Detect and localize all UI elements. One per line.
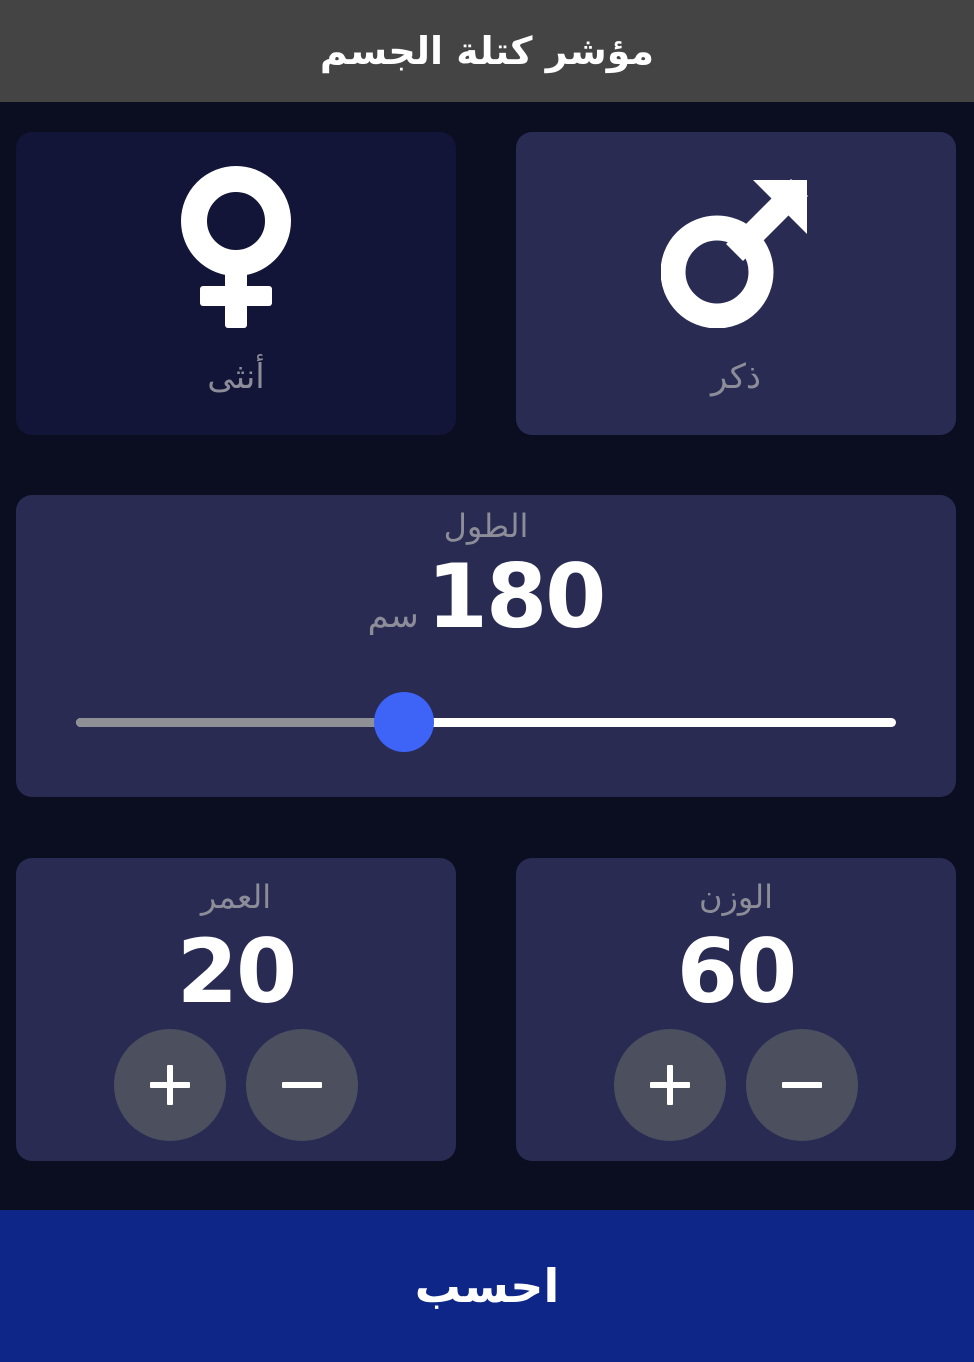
weight-label: الوزن bbox=[698, 878, 774, 916]
age-increment-button[interactable] bbox=[114, 1029, 226, 1141]
height-unit: سم bbox=[367, 596, 419, 636]
weight-decrement-button[interactable] bbox=[746, 1029, 858, 1141]
calculate-label: احسب bbox=[414, 1259, 560, 1313]
age-decrement-button[interactable] bbox=[246, 1029, 358, 1141]
male-symbol-icon bbox=[660, 164, 811, 332]
male-label: ذكر bbox=[710, 357, 762, 397]
female-symbol-icon bbox=[176, 164, 296, 338]
age-value: 20 bbox=[176, 920, 297, 1023]
slider-active-track bbox=[76, 718, 404, 727]
height-slider[interactable] bbox=[76, 692, 896, 752]
weight-increment-button[interactable] bbox=[614, 1029, 726, 1141]
slider-thumb[interactable] bbox=[374, 692, 434, 752]
male-card[interactable]: ذكر bbox=[516, 132, 956, 435]
weight-value: 60 bbox=[676, 920, 797, 1023]
height-card: الطول 180 سم bbox=[16, 495, 956, 797]
female-label: أنثى bbox=[207, 357, 265, 397]
age-card: العمر 20 bbox=[16, 858, 456, 1161]
app-bar: مؤشر كتلة الجسم bbox=[0, 0, 974, 102]
age-label: العمر bbox=[200, 878, 272, 916]
female-card[interactable]: أنثى bbox=[16, 132, 456, 435]
height-value: 180 bbox=[426, 545, 607, 648]
weight-card: الوزن 60 bbox=[516, 858, 956, 1161]
calculate-button[interactable]: احسب bbox=[0, 1210, 974, 1362]
height-value-row: 180 سم bbox=[16, 553, 956, 641]
height-label: الطول bbox=[443, 507, 529, 545]
bmi-app: مؤشر كتلة الجسم أنثى ذكر الطول 180 سم ال… bbox=[0, 0, 974, 1362]
page-title: مؤشر كتلة الجسم bbox=[319, 29, 655, 73]
